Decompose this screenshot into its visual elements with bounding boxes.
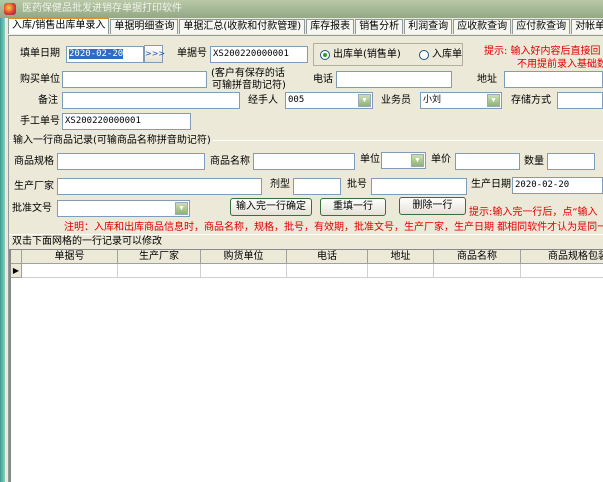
tab-receivable[interactable]: 应收款查询	[453, 19, 512, 34]
radio-in[interactable]	[419, 50, 429, 60]
tab-stock-report[interactable]: 库存报表	[306, 19, 355, 34]
remark-label: 备注	[38, 95, 58, 106]
batch-label: 批号	[347, 179, 367, 190]
grid-title: 双击下面网格的一行记录可以修改	[12, 236, 162, 247]
unit-select[interactable]: ▼	[381, 152, 426, 169]
price-label: 单价	[431, 154, 451, 165]
tab-statement[interactable]: 对帐单	[571, 19, 603, 34]
maker-input[interactable]	[57, 178, 262, 195]
phone-input[interactable]	[336, 71, 452, 88]
table-cell[interactable]	[22, 264, 118, 278]
maker-label: 生产厂家	[14, 181, 54, 192]
date-label: 填单日期	[20, 48, 60, 59]
prod-date-input[interactable]: 2020-02-20	[512, 177, 603, 194]
col-header-maker[interactable]: 生产厂家	[118, 250, 201, 264]
unit-label: 单位	[360, 154, 380, 165]
doc-no-input[interactable]: XS200220000001	[210, 46, 308, 63]
tab-payable[interactable]: 应付款查询	[512, 19, 571, 34]
form-input[interactable]	[293, 178, 341, 195]
chevron-down-icon[interactable]: ▼	[358, 94, 371, 107]
sales-label: 业务员	[381, 95, 411, 106]
app-icon	[4, 3, 16, 15]
current-row-arrow-icon: ▶	[11, 264, 22, 278]
manual-no-input[interactable]: XS200220000001	[62, 113, 191, 130]
handler-value: 005	[288, 95, 305, 105]
handler-select[interactable]: 005 ▼	[285, 92, 373, 109]
qty-input[interactable]	[547, 153, 595, 170]
radio-out[interactable]	[320, 50, 330, 60]
price-input[interactable]	[455, 153, 520, 170]
date-picker-button[interactable]: >>>	[144, 45, 165, 63]
tab-detail-query[interactable]: 单据明细查询	[110, 19, 179, 34]
buyer-label: 购买单位	[20, 74, 60, 85]
chevron-down-icon[interactable]: ▼	[487, 94, 500, 107]
tab-entry[interactable]: 入库/销售出库单录入	[8, 17, 110, 34]
title-bar: 医药保健品批发进销存单据打印软件	[0, 0, 603, 18]
address-label: 地址	[477, 74, 497, 85]
item-note: 注明：入库和出库商品信息时，商品名称，规格，批号，有效期，批准文号，生产厂家，生…	[64, 222, 603, 233]
date-value: 2020-02-20	[69, 49, 124, 59]
records-grid[interactable]: 单据号 生产厂家 购货单位 电话 地址 商品名称 商品规格包装 ▶	[9, 249, 603, 482]
approval-label: 批准文号	[12, 203, 52, 214]
table-cell[interactable]	[118, 264, 201, 278]
row-indicator-header	[11, 250, 22, 264]
address-input[interactable]	[504, 71, 603, 88]
spec-label: 商品规格	[14, 156, 54, 167]
delete-row-button[interactable]: 删除一行	[399, 197, 466, 215]
form-label: 剂型	[270, 179, 290, 190]
col-header-phone[interactable]: 电话	[287, 250, 368, 264]
name-input[interactable]	[253, 153, 355, 170]
window-edge	[0, 18, 5, 482]
tab-bar: 入库/销售出库单录入 单据明细查询 单据汇总(收款和付款管理) 库存报表 销售分…	[8, 17, 603, 35]
date-input[interactable]: 2020-02-20	[66, 46, 144, 63]
buyer-note2: 可输拼音助记符)	[212, 80, 286, 91]
tab-summary[interactable]: 单据汇总(收款和付款管理)	[179, 19, 306, 34]
table-cell[interactable]	[368, 264, 434, 278]
col-header-buyer[interactable]: 购货单位	[201, 250, 287, 264]
qty-label: 数量	[524, 156, 544, 167]
hint-line2: 不用提前录入基础数	[517, 59, 603, 70]
manual-no-label: 手工单号	[20, 116, 60, 127]
phone-label: 电话	[313, 74, 333, 85]
tab-sales-analysis[interactable]: 销售分析	[355, 19, 404, 34]
window-title: 医药保健品批发进销存单据打印软件	[22, 3, 182, 14]
table-cell[interactable]	[287, 264, 368, 278]
radio-out-label[interactable]: 出库单(销售单)	[333, 49, 401, 61]
reset-row-button[interactable]: 重填一行	[320, 198, 386, 216]
prod-date-label: 生产日期	[471, 179, 511, 190]
spec-input[interactable]	[57, 153, 205, 170]
hint-line1: 提示: 输入好内容后直接回	[484, 46, 601, 57]
handler-label: 经手人	[248, 95, 278, 106]
storage-input[interactable]	[557, 92, 603, 109]
item-hint: 提示:输入完一行后，点“输入	[469, 207, 598, 218]
buyer-input[interactable]	[62, 71, 207, 88]
table-cell[interactable]	[434, 264, 521, 278]
chevron-down-icon[interactable]: ▼	[175, 202, 188, 215]
remark-input[interactable]	[62, 92, 240, 109]
doc-no-label: 单据号	[177, 48, 207, 59]
sales-value: 小刘	[423, 95, 442, 105]
confirm-row-button[interactable]: 输入完一行确定	[230, 198, 312, 216]
col-header-address[interactable]: 地址	[368, 250, 434, 264]
table-cell[interactable]	[521, 264, 603, 278]
tab-profit[interactable]: 利润查询	[404, 19, 453, 34]
radio-in-label[interactable]: 入库单	[432, 49, 462, 61]
grid-divider	[9, 234, 603, 235]
table-cell[interactable]	[201, 264, 287, 278]
name-label: 商品名称	[210, 156, 250, 167]
col-header-doc-no[interactable]: 单据号	[22, 250, 118, 264]
storage-label: 存储方式	[511, 95, 551, 106]
item-group-title: 输入一行商品记录(可输商品名称拼音助记符)	[13, 135, 213, 147]
batch-input[interactable]	[371, 178, 467, 195]
approval-select[interactable]: ▼	[57, 200, 190, 217]
chevron-down-icon[interactable]: ▼	[411, 154, 424, 167]
sales-select[interactable]: 小刘 ▼	[420, 92, 502, 109]
col-header-product-name[interactable]: 商品名称	[434, 250, 521, 264]
col-header-spec[interactable]: 商品规格包装	[521, 250, 603, 264]
buyer-note1: (客户有保存的话	[211, 68, 285, 79]
